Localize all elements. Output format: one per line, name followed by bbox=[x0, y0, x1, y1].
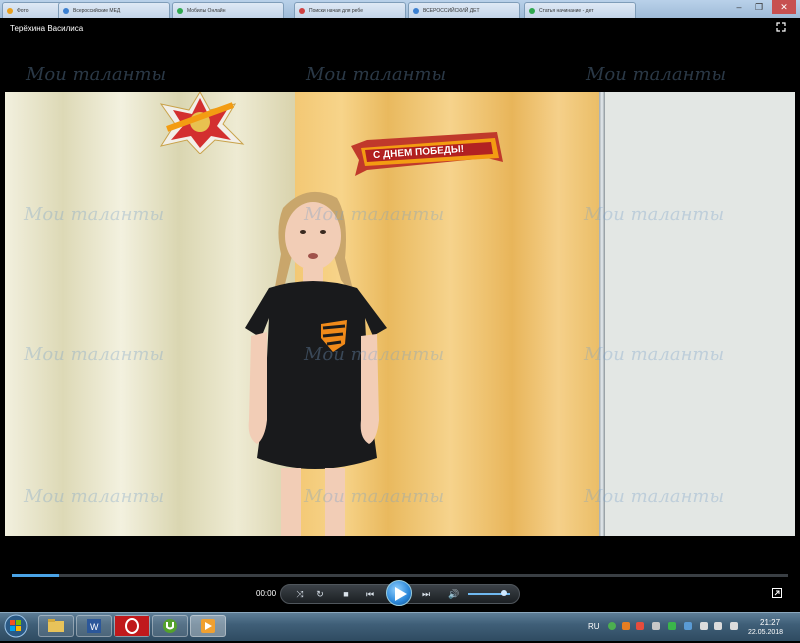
shuffle-icon[interactable]: ⤨ bbox=[292, 588, 308, 600]
media-player-icon bbox=[201, 619, 215, 633]
word-icon: W bbox=[87, 619, 101, 633]
taskbar-utorrent[interactable] bbox=[152, 615, 188, 637]
play-icon bbox=[395, 587, 407, 601]
language-indicator[interactable]: RU bbox=[588, 622, 600, 631]
previous-icon[interactable]: ⏮ bbox=[362, 588, 378, 600]
watermark: Мои таланты bbox=[306, 64, 447, 85]
video-title: Терёхина Василиса bbox=[10, 24, 84, 33]
maximize-button[interactable]: ❐ bbox=[750, 0, 768, 14]
watermark: Мои таланты bbox=[584, 204, 725, 225]
tray-app-icon[interactable] bbox=[684, 622, 692, 630]
taskbar-word[interactable]: W bbox=[76, 615, 112, 637]
watermark: Мои таланты bbox=[584, 486, 725, 507]
tray-app-icon[interactable] bbox=[668, 622, 676, 630]
tab-favicon-icon bbox=[63, 8, 69, 14]
fullscreen-icon[interactable] bbox=[776, 22, 786, 35]
elapsed-time: 00:00 bbox=[256, 589, 277, 598]
volume-icon[interactable]: 🔊 bbox=[446, 588, 462, 600]
opera-icon bbox=[115, 616, 149, 636]
utorrent-icon bbox=[163, 619, 177, 633]
taskbar-media-player[interactable] bbox=[190, 615, 226, 637]
taskbar-opera[interactable] bbox=[114, 615, 150, 637]
next-icon[interactable]: ⏭ bbox=[418, 588, 434, 600]
browser-tab[interactable]: Мобилы Онлайн bbox=[172, 2, 284, 18]
browser-tab[interactable]: ВСЕРОССИЙСКИЙ ДЕТ bbox=[408, 2, 520, 18]
watermark: Мои таланты bbox=[584, 344, 725, 365]
tray-app-icon[interactable] bbox=[700, 622, 708, 630]
tab-favicon-icon bbox=[177, 8, 183, 14]
folder-icon bbox=[48, 619, 64, 632]
browser-tab-strip: Фото Всероссийские МЕД Мобилы Онлайн Пои… bbox=[0, 0, 800, 18]
watermark: Мои таланты bbox=[24, 344, 165, 365]
tray-app-icon[interactable] bbox=[622, 622, 630, 630]
volume-knob[interactable] bbox=[500, 590, 507, 596]
browser-tab[interactable]: Поиски начая для ребе bbox=[294, 2, 406, 18]
tab-favicon-icon bbox=[413, 8, 419, 14]
repeat-icon[interactable]: ↻ bbox=[312, 588, 328, 600]
volume-tray-icon[interactable] bbox=[714, 622, 722, 630]
watermark: Мои таланты bbox=[24, 486, 165, 507]
tray-app-icon[interactable] bbox=[608, 622, 616, 630]
watermark: Мои таланты bbox=[24, 204, 165, 225]
watermark: Мои таланты bbox=[586, 64, 727, 85]
seek-bar[interactable] bbox=[12, 574, 788, 577]
browser-tab[interactable]: Статья начинание - дет bbox=[524, 2, 636, 18]
play-button[interactable] bbox=[386, 580, 412, 606]
tab-favicon-icon bbox=[529, 8, 535, 14]
close-button[interactable]: ✕ bbox=[772, 0, 796, 14]
tray-app-icon[interactable] bbox=[636, 622, 644, 630]
svg-text:W: W bbox=[90, 622, 99, 632]
watermark: Мои таланты bbox=[304, 204, 445, 225]
switch-view-icon[interactable] bbox=[772, 588, 782, 601]
minimize-button[interactable]: – bbox=[730, 0, 748, 14]
video-frame[interactable]: С ДНЕМ ПОБЕДЫ! bbox=[5, 92, 795, 536]
windows-logo-icon bbox=[4, 614, 28, 638]
start-button[interactable] bbox=[2, 614, 30, 638]
wall bbox=[605, 92, 795, 536]
seek-progress bbox=[12, 574, 59, 577]
clock-date[interactable]: 22.05.2018 bbox=[748, 629, 783, 636]
tray-app-icon[interactable] bbox=[652, 622, 660, 630]
tab-favicon-icon bbox=[299, 8, 305, 14]
clock-time[interactable]: 21:27 bbox=[760, 618, 780, 627]
browser-tab[interactable]: Всероссийские МЕД bbox=[58, 2, 170, 18]
watermark: Мои таланты bbox=[304, 344, 445, 365]
taskbar-file-explorer[interactable] bbox=[38, 615, 74, 637]
tab-favicon-icon bbox=[7, 8, 13, 14]
action-center-flag-icon[interactable] bbox=[730, 622, 738, 630]
watermark: Мои таланты bbox=[304, 486, 445, 507]
watermark: Мои таланты bbox=[26, 64, 167, 85]
order-badge-decoration bbox=[159, 92, 245, 154]
stop-icon[interactable]: ■ bbox=[338, 588, 354, 600]
